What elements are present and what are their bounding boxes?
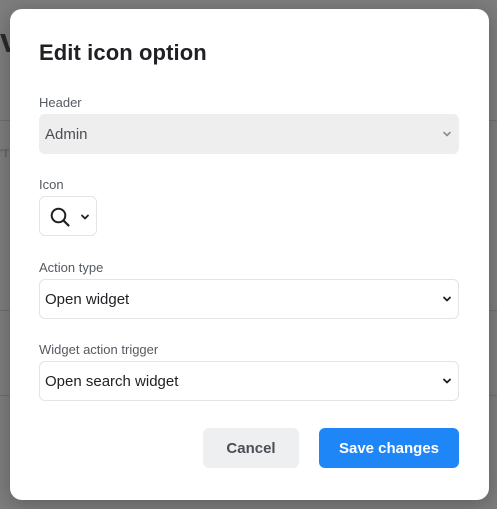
chevron-down-icon [443, 296, 451, 302]
widget-action-trigger-select[interactable]: Open search widget [39, 361, 459, 401]
widget-action-trigger-select-value: Open search widget [45, 372, 179, 390]
dialog-title: Edit icon option [39, 40, 207, 65]
edit-icon-option-dialog: Edit icon option Header Admin Icon Actio… [10, 9, 489, 500]
chevron-down-icon [81, 214, 89, 220]
chevron-down-icon [443, 131, 451, 137]
save-changes-button[interactable]: Save changes [319, 428, 459, 468]
action-type-select-value: Open widget [45, 290, 130, 308]
widget-action-trigger-label: Widget action trigger [39, 342, 159, 357]
search-icon [50, 207, 70, 227]
background-column-header: ʻT [0, 148, 10, 160]
action-type-select[interactable]: Open widget [39, 279, 459, 319]
header-label: Header [39, 95, 82, 110]
action-type-label: Action type [39, 260, 104, 275]
header-select-value: Admin [45, 125, 88, 143]
chevron-down-icon [443, 378, 451, 384]
header-select[interactable]: Admin [39, 114, 459, 154]
icon-label: Icon [39, 177, 64, 192]
cancel-button[interactable]: Cancel [203, 428, 299, 468]
icon-picker[interactable] [39, 196, 97, 236]
